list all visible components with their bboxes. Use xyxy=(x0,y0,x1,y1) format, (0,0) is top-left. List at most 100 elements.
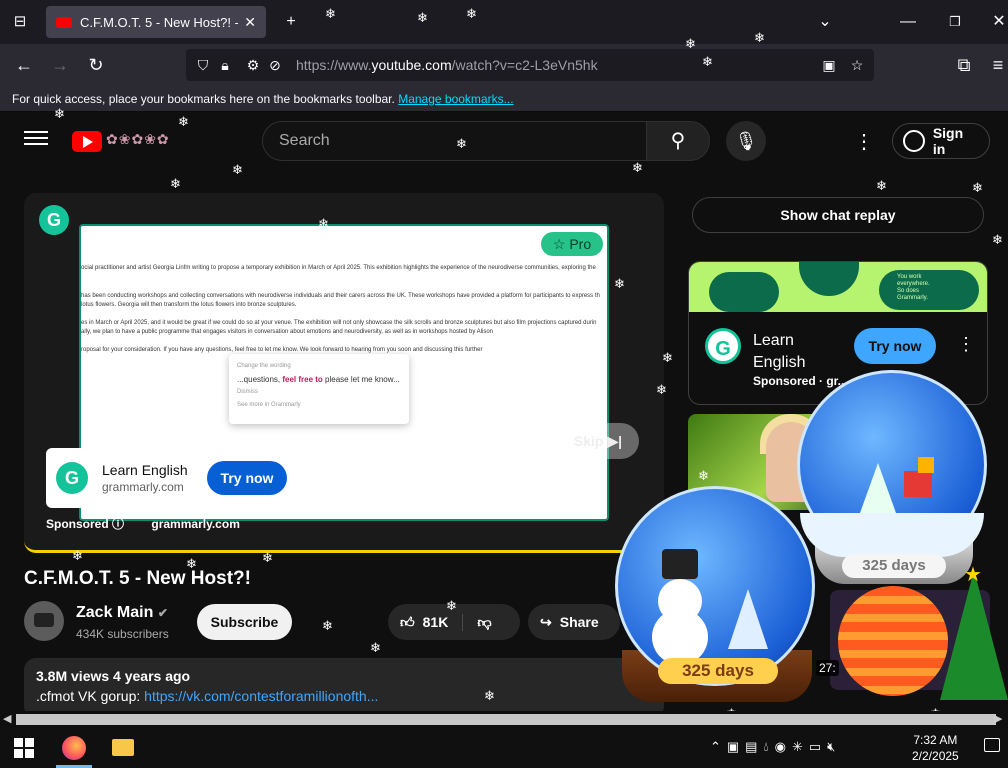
snowflake-icon: ❄ xyxy=(685,36,696,51)
video-title: C.F.M.O.T. 5 - New Host?! xyxy=(24,568,251,589)
reload-icon[interactable]: ↻ xyxy=(82,51,110,79)
sign-in-label: Sign in xyxy=(932,125,964,157)
bookmarks-hint: For quick access, place your bookmarks h… xyxy=(12,92,395,106)
doc-line: lotus flowers. Georgia will then transfo… xyxy=(81,302,297,308)
skip-ad-button[interactable]: Skip ▶| xyxy=(557,423,639,459)
channel-avatar[interactable] xyxy=(24,601,64,641)
snowflake-icon: ❄ xyxy=(484,688,495,703)
windows-start-icon[interactable] xyxy=(14,738,34,758)
back-arrow-icon[interactable]: ← xyxy=(10,51,38,79)
scrollbar-thumb[interactable] xyxy=(16,714,996,725)
clock-time: 7:32 AM xyxy=(913,733,958,747)
doc-line: ally, we plan to have a public programme… xyxy=(81,329,494,335)
browser-tab-active[interactable]: C.F.M.O.T. 5 - New Host?! - You ✕ xyxy=(46,6,266,38)
url-prefix: https://www. xyxy=(296,57,372,73)
sign-in-button[interactable]: Sign in xyxy=(892,123,990,159)
snowflake-icon: ❄ xyxy=(656,382,667,397)
sidebar-ad-title: Learn English xyxy=(753,332,806,371)
youtube-header: ✿❀✿❀✿ Search ⚲ 🎙︎ ⋮ Sign in xyxy=(0,113,1008,169)
channel-name[interactable]: Zack Main ✔ xyxy=(76,604,168,622)
tab-list-chevron-icon[interactable]: ⌄ xyxy=(810,8,840,36)
autoplay-blocked-icon[interactable]: ⊘ xyxy=(264,57,286,74)
voice-search-button[interactable]: 🎙︎ xyxy=(726,121,766,161)
days-countdown-label-left: 325 days xyxy=(658,658,778,684)
youtube-doodle-logo[interactable]: ✿❀✿❀✿ xyxy=(106,131,170,148)
subscribe-button[interactable]: Subscribe xyxy=(197,604,292,640)
thumbs-up-icon: 👍︎ xyxy=(400,613,415,630)
sidebar-ad-try-now-button[interactable]: Try now xyxy=(854,328,936,364)
horizontal-scrollbar[interactable]: ◀ ▶ xyxy=(0,711,1008,728)
minimize-button[interactable]: — xyxy=(893,8,923,36)
grammarly-suggestion-popup: Change the wording ...questions, feel fr… xyxy=(229,354,409,424)
settings-kebab-icon[interactable]: ⋮ xyxy=(854,129,874,154)
taskbar-clock[interactable]: 7:32 AM 2/2/2025 xyxy=(912,732,959,764)
decorative-spring-image xyxy=(838,586,948,696)
dislike-button[interactable]: 👎︎ xyxy=(463,614,491,631)
url-domain: youtube.com xyxy=(371,57,452,73)
sidebar-ad[interactable]: You work everywhere. So does Grammarly. … xyxy=(688,261,988,405)
permissions-icon[interactable]: ⚙ xyxy=(242,57,264,74)
search-icon: ⚲ xyxy=(670,130,686,152)
tree-star-icon: ★ xyxy=(964,564,982,586)
close-window-button[interactable]: ✕ xyxy=(984,8,1008,36)
restore-button[interactable]: ❐ xyxy=(940,8,970,36)
lock-icon[interactable]: 🔒︎ xyxy=(214,57,236,74)
manage-bookmarks-link[interactable]: Manage bookmarks... xyxy=(398,92,513,106)
snowflake-icon: ❄ xyxy=(54,106,65,121)
show-chat-replay-button[interactable]: Show chat replay xyxy=(692,197,984,233)
hamburger-menu-icon[interactable] xyxy=(24,127,48,151)
scroll-right-arrow-icon[interactable]: ▶ xyxy=(994,712,1002,725)
sidebar-ad-banner: You work everywhere. So does Grammarly. xyxy=(689,262,987,312)
grammarly-logo-icon: G xyxy=(56,462,88,494)
snowflake-icon: ❄ xyxy=(322,618,333,633)
firefox-taskbar-icon[interactable] xyxy=(62,736,86,760)
tab-title: C.F.M.O.T. 5 - New Host?! - You xyxy=(80,14,238,30)
popup-more: See more in Grammarly xyxy=(237,402,301,408)
sidebar-ad-kebab-icon[interactable]: ⋮ xyxy=(957,334,975,355)
account-icon xyxy=(903,130,925,152)
menu-icon[interactable]: ≡ xyxy=(984,51,1008,79)
microphone-icon: 🎙︎ xyxy=(734,131,758,151)
forward-arrow-icon[interactable]: → xyxy=(46,51,74,79)
scroll-left-arrow-icon[interactable]: ◀ xyxy=(3,712,11,725)
browser-tab-strip: ⊟ C.F.M.O.T. 5 - New Host?! - You ✕ + ⌄ … xyxy=(0,0,1008,44)
snowflake-icon: ❄ xyxy=(417,10,428,25)
popup-suggestion: ...questions, feel free to please let me… xyxy=(237,375,400,384)
video-player[interactable]: G ☆ Pro ocial practitioner and artist Ge… xyxy=(24,193,664,553)
shield-icon[interactable]: ⛉ xyxy=(192,57,214,74)
system-tray-icons[interactable]: ⌃▣▤💧︎◉✳▭🔇︎ xyxy=(710,739,841,755)
verified-check-icon: ✔ xyxy=(157,606,168,620)
snowflake-icon: ❄ xyxy=(186,556,197,571)
picture-in-picture-icon[interactable]: ▣ xyxy=(818,57,840,74)
share-button[interactable]: ↪ Share xyxy=(528,604,620,640)
tab-overview-icon[interactable]: ⊟ xyxy=(6,8,34,36)
info-icon[interactable]: ⓘ xyxy=(112,517,124,531)
like-button[interactable]: 👍︎ 81K xyxy=(388,613,464,631)
share-label: Share xyxy=(559,614,599,630)
tab-close-icon[interactable]: ✕ xyxy=(244,14,256,31)
snowflake-icon: ❄ xyxy=(876,178,887,193)
bookmark-star-icon[interactable]: ☆ xyxy=(846,57,868,74)
file-explorer-taskbar-icon[interactable] xyxy=(112,739,134,756)
youtube-logo[interactable] xyxy=(72,131,102,152)
url-text[interactable]: https://www.youtube.com/watch?v=c2-L3eVn… xyxy=(296,57,598,73)
ad-try-now-button[interactable]: Try now xyxy=(207,461,287,495)
search-input[interactable]: Search xyxy=(262,121,648,161)
search-button[interactable]: ⚲ xyxy=(646,121,710,161)
snowflake-icon: ❄ xyxy=(456,136,467,151)
notifications-icon[interactable] xyxy=(984,738,1000,752)
new-tab-button[interactable]: + xyxy=(276,8,306,36)
url-bar[interactable]: ⛉ 🔒︎ ⚙ ⊘ https://www.youtube.com/watch?v… xyxy=(186,49,874,81)
doc-line: ocial practitioner and artist Georgia Li… xyxy=(81,265,596,271)
thumbs-down-icon: 👎︎ xyxy=(477,613,492,630)
description-link[interactable]: https://vk.com/contestforamillionofth... xyxy=(144,688,378,704)
ad-overlay-card[interactable]: G Learn English grammarly.com Try now xyxy=(46,448,298,508)
description-box[interactable]: 3.8M views 4 years ago .cfmot VK gorup: … xyxy=(24,658,664,718)
ad-domain-link[interactable]: grammarly.com xyxy=(151,517,239,531)
gift-icon xyxy=(904,471,932,497)
ad-sponsored-label: Sponsored ⓘ grammarly.com xyxy=(46,517,240,531)
like-count: 81K xyxy=(422,613,449,630)
browser-nav-bar: ← → ↻ ⛉ 🔒︎ ⚙ ⊘ https://www.youtube.com/w… xyxy=(0,44,1008,86)
description-text: .cfmot VK gorup: https://vk.com/contestf… xyxy=(36,688,379,704)
extensions-icon[interactable]: ⧉ xyxy=(950,51,978,79)
